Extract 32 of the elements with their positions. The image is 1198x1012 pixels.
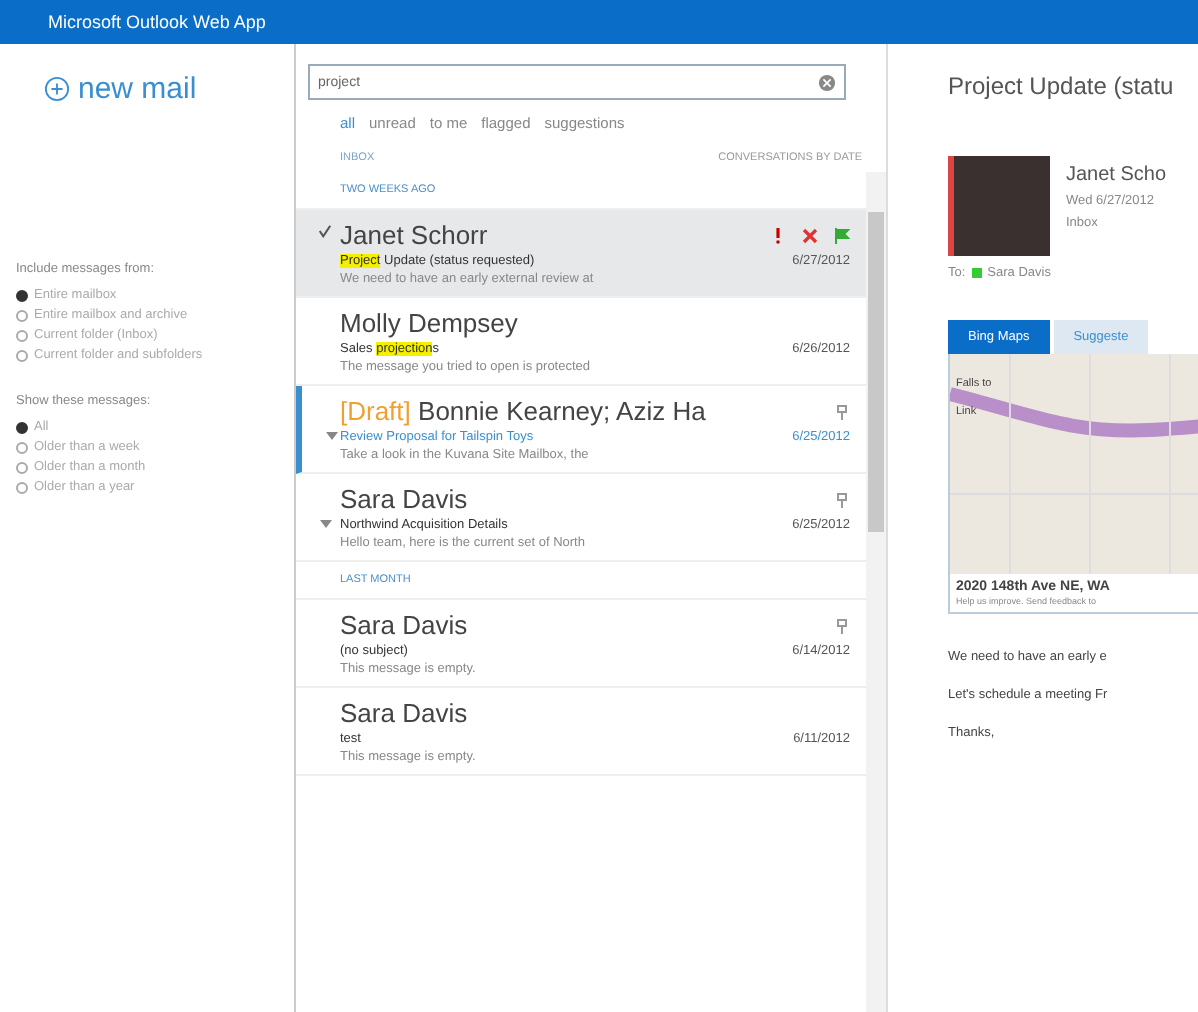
radio-button[interactable] bbox=[16, 481, 28, 493]
photo-placeholder bbox=[948, 156, 1050, 256]
sender-name: Sara Davis bbox=[340, 484, 468, 514]
radio-button[interactable] bbox=[16, 349, 28, 361]
plus-circle-icon bbox=[44, 76, 70, 102]
message-subject: Project Update (statu bbox=[948, 72, 1176, 100]
radio-button[interactable] bbox=[16, 289, 28, 301]
radio-button[interactable] bbox=[16, 309, 28, 321]
presence-icon bbox=[971, 268, 982, 278]
scrollbar-thumb[interactable] bbox=[868, 212, 884, 532]
pin-icon[interactable] bbox=[834, 491, 850, 507]
sender-name: Sara Davis bbox=[340, 698, 468, 728]
caret-icon[interactable] bbox=[320, 518, 332, 530]
sender-name: Janet Scho bbox=[1066, 164, 1167, 186]
sender-name: Molly Dempsey bbox=[340, 308, 518, 338]
check-icon bbox=[318, 224, 332, 238]
delete-icon[interactable] bbox=[802, 227, 818, 243]
radio-button[interactable] bbox=[16, 441, 28, 453]
caret-icon[interactable] bbox=[326, 430, 338, 442]
sender-name: Janet Schorr bbox=[340, 220, 488, 250]
window-title: Microsoft Outlook Web App bbox=[0, 0, 1198, 44]
pin-icon[interactable] bbox=[834, 403, 850, 419]
new-mail-button[interactable]: new mail bbox=[44, 72, 197, 106]
sender-name: Sara Davis bbox=[340, 610, 468, 640]
clear-icon[interactable] bbox=[818, 73, 836, 91]
sender-name: [Draft] Bonnie Kearney; Aziz Ha bbox=[340, 396, 706, 426]
pin-icon[interactable] bbox=[834, 617, 850, 633]
flag-icon[interactable] bbox=[834, 227, 850, 243]
scrollbar[interactable] bbox=[866, 172, 886, 1012]
radio-button[interactable] bbox=[16, 461, 28, 473]
radio-button[interactable] bbox=[16, 329, 28, 341]
radio-button[interactable] bbox=[16, 421, 28, 433]
